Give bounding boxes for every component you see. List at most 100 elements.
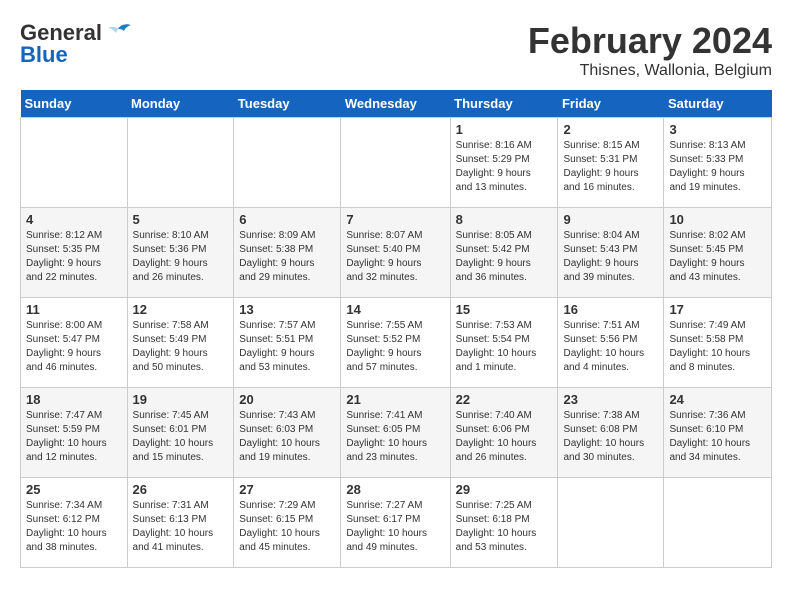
calendar-cell: 22Sunrise: 7:40 AM Sunset: 6:06 PM Dayli…	[450, 388, 558, 478]
day-info: Sunrise: 7:25 AM Sunset: 6:18 PM Dayligh…	[456, 499, 553, 555]
day-info: Sunrise: 8:00 AM Sunset: 5:47 PM Dayligh…	[26, 319, 122, 375]
day-header-monday: Monday	[127, 90, 234, 118]
day-header-friday: Friday	[558, 90, 664, 118]
calendar-cell: 21 Sunrise: 7:41 AM Sunset: 6:05 PM Dayli…	[341, 388, 450, 478]
logo-blue-text: Blue	[20, 42, 68, 68]
day-number: 16	[563, 302, 658, 317]
day-number: 13	[239, 302, 335, 317]
day-number: 19	[133, 392, 229, 407]
calendar-cell: 10 Sunrise: 8:02 AM Sunset: 5:45 PM Dayli…	[664, 208, 772, 298]
calendar-cell: 17 Sunrise: 7:49 AM Sunset: 5:58 PM Dayli…	[664, 298, 772, 388]
day-number: 5	[133, 212, 229, 227]
logo-bird-icon	[104, 21, 132, 43]
calendar-cell: 15 Sunrise: 7:53 AM Sunset: 5:54 PM Dayli…	[450, 298, 558, 388]
day-number: 6	[239, 212, 335, 227]
calendar-cell: 4 Sunrise: 8:12 AM Sunset: 5:35 PM Daylig…	[21, 208, 128, 298]
day-info: Sunrise: 7:34 AM Sunset: 6:12 PM Dayligh…	[26, 499, 122, 555]
month-year-title: February 2024	[528, 20, 772, 62]
day-info: Sunrise: 8:07 AM Sunset: 5:40 PM Dayligh…	[346, 229, 444, 285]
calendar-cell: 18 Sunrise: 7:47 AM Sunset: 5:59 PM Dayli…	[21, 388, 128, 478]
day-header-tuesday: Tuesday	[234, 90, 341, 118]
day-number: 29	[456, 482, 553, 497]
calendar-cell	[234, 118, 341, 208]
day-number: 9	[563, 212, 658, 227]
calendar-cell: 25 Sunrise: 7:34 AM Sunset: 6:12 PM Dayli…	[21, 478, 128, 568]
calendar-cell: 9 Sunrise: 8:04 AM Sunset: 5:43 PM Daylig…	[558, 208, 664, 298]
day-info: Sunrise: 7:29 AM Sunset: 6:15 PM Dayligh…	[239, 499, 335, 555]
day-info: Sunrise: 8:10 AM Sunset: 5:36 PM Dayligh…	[133, 229, 229, 285]
day-number: 22	[456, 392, 553, 407]
day-number: 4	[26, 212, 122, 227]
logo: General Blue	[20, 20, 132, 68]
day-number: 21	[346, 392, 444, 407]
day-number: 11	[26, 302, 122, 317]
day-number: 18	[26, 392, 122, 407]
calendar-cell: 27 Sunrise: 7:29 AM Sunset: 6:15 PM Dayli…	[234, 478, 341, 568]
day-header-thursday: Thursday	[450, 90, 558, 118]
day-info: Sunrise: 7:31 AM Sunset: 6:13 PM Dayligh…	[133, 499, 229, 555]
calendar-cell	[558, 478, 664, 568]
calendar-cell	[664, 478, 772, 568]
day-number: 17	[669, 302, 766, 317]
calendar-cell: 7 Sunrise: 8:07 AM Sunset: 5:40 PM Daylig…	[341, 208, 450, 298]
day-info: Sunrise: 8:04 AM Sunset: 5:43 PM Dayligh…	[563, 229, 658, 285]
day-number: 20	[239, 392, 335, 407]
calendar-header-row: SundayMondayTuesdayWednesdayThursdayFrid…	[21, 90, 772, 118]
calendar-cell: 11 Sunrise: 8:00 AM Sunset: 5:47 PM Dayli…	[21, 298, 128, 388]
day-info: Sunrise: 8:15 AM Sunset: 5:31 PM Dayligh…	[563, 139, 658, 195]
day-info: Sunrise: 8:02 AM Sunset: 5:45 PM Dayligh…	[669, 229, 766, 285]
day-number: 2	[563, 122, 658, 137]
day-number: 23	[563, 392, 658, 407]
day-info: Sunrise: 8:12 AM Sunset: 5:35 PM Dayligh…	[26, 229, 122, 285]
title-block: February 2024 Thisnes, Wallonia, Belgium	[528, 20, 772, 80]
day-info: Sunrise: 7:53 AM Sunset: 5:54 PM Dayligh…	[456, 319, 553, 375]
calendar-cell: 5 Sunrise: 8:10 AM Sunset: 5:36 PM Daylig…	[127, 208, 234, 298]
day-info: Sunrise: 7:38 AM Sunset: 6:08 PM Dayligh…	[563, 409, 658, 465]
day-info: Sunrise: 8:05 AM Sunset: 5:42 PM Dayligh…	[456, 229, 553, 285]
day-info: Sunrise: 7:47 AM Sunset: 5:59 PM Dayligh…	[26, 409, 122, 465]
day-info: Sunrise: 7:57 AM Sunset: 5:51 PM Dayligh…	[239, 319, 335, 375]
calendar-cell: 14Sunrise: 7:55 AM Sunset: 5:52 PM Dayli…	[341, 298, 450, 388]
day-number: 7	[346, 212, 444, 227]
day-header-sunday: Sunday	[21, 90, 128, 118]
day-info: Sunrise: 8:13 AM Sunset: 5:33 PM Dayligh…	[669, 139, 766, 195]
calendar-cell	[341, 118, 450, 208]
day-number: 3	[669, 122, 766, 137]
day-number: 10	[669, 212, 766, 227]
location-subtitle: Thisnes, Wallonia, Belgium	[528, 62, 772, 80]
page-header: General Blue February 2024 Thisnes, Wall…	[20, 20, 772, 80]
day-info: Sunrise: 8:16 AM Sunset: 5:29 PM Dayligh…	[456, 139, 553, 195]
calendar-cell: 24Sunrise: 7:36 AM Sunset: 6:10 PM Dayli…	[664, 388, 772, 478]
day-info: Sunrise: 7:51 AM Sunset: 5:56 PM Dayligh…	[563, 319, 658, 375]
calendar-cell: 26 Sunrise: 7:31 AM Sunset: 6:13 PM Dayli…	[127, 478, 234, 568]
day-info: Sunrise: 7:41 AM Sunset: 6:05 PM Dayligh…	[346, 409, 444, 465]
calendar-cell: 23 Sunrise: 7:38 AM Sunset: 6:08 PM Dayli…	[558, 388, 664, 478]
day-info: Sunrise: 7:27 AM Sunset: 6:17 PM Dayligh…	[346, 499, 444, 555]
day-number: 25	[26, 482, 122, 497]
calendar-cell: 19Sunrise: 7:45 AM Sunset: 6:01 PM Dayli…	[127, 388, 234, 478]
calendar-cell: 3 Sunrise: 8:13 AM Sunset: 5:33 PM Daylig…	[664, 118, 772, 208]
day-number: 27	[239, 482, 335, 497]
day-number: 26	[133, 482, 229, 497]
calendar-cell: 29 Sunrise: 7:25 AM Sunset: 6:18 PM Dayli…	[450, 478, 558, 568]
day-info: Sunrise: 7:49 AM Sunset: 5:58 PM Dayligh…	[669, 319, 766, 375]
day-number: 8	[456, 212, 553, 227]
day-header-saturday: Saturday	[664, 90, 772, 118]
day-info: Sunrise: 7:43 AM Sunset: 6:03 PM Dayligh…	[239, 409, 335, 465]
calendar-week-row: 11 Sunrise: 8:00 AM Sunset: 5:47 PM Dayli…	[21, 298, 772, 388]
day-header-wednesday: Wednesday	[341, 90, 450, 118]
day-number: 24	[669, 392, 766, 407]
calendar-cell: 6Sunrise: 8:09 AM Sunset: 5:38 PM Daylig…	[234, 208, 341, 298]
calendar-cell: 12Sunrise: 7:58 AM Sunset: 5:49 PM Dayli…	[127, 298, 234, 388]
day-number: 14	[346, 302, 444, 317]
calendar-cell	[21, 118, 128, 208]
calendar-week-row: 4 Sunrise: 8:12 AM Sunset: 5:35 PM Daylig…	[21, 208, 772, 298]
calendar-week-row: 18 Sunrise: 7:47 AM Sunset: 5:59 PM Dayli…	[21, 388, 772, 478]
day-info: Sunrise: 7:58 AM Sunset: 5:49 PM Dayligh…	[133, 319, 229, 375]
calendar-cell: 1Sunrise: 8:16 AM Sunset: 5:29 PM Daylig…	[450, 118, 558, 208]
calendar-week-row: 25 Sunrise: 7:34 AM Sunset: 6:12 PM Dayli…	[21, 478, 772, 568]
day-number: 15	[456, 302, 553, 317]
day-number: 28	[346, 482, 444, 497]
calendar-cell: 8 Sunrise: 8:05 AM Sunset: 5:42 PM Daylig…	[450, 208, 558, 298]
calendar-week-row: 1Sunrise: 8:16 AM Sunset: 5:29 PM Daylig…	[21, 118, 772, 208]
